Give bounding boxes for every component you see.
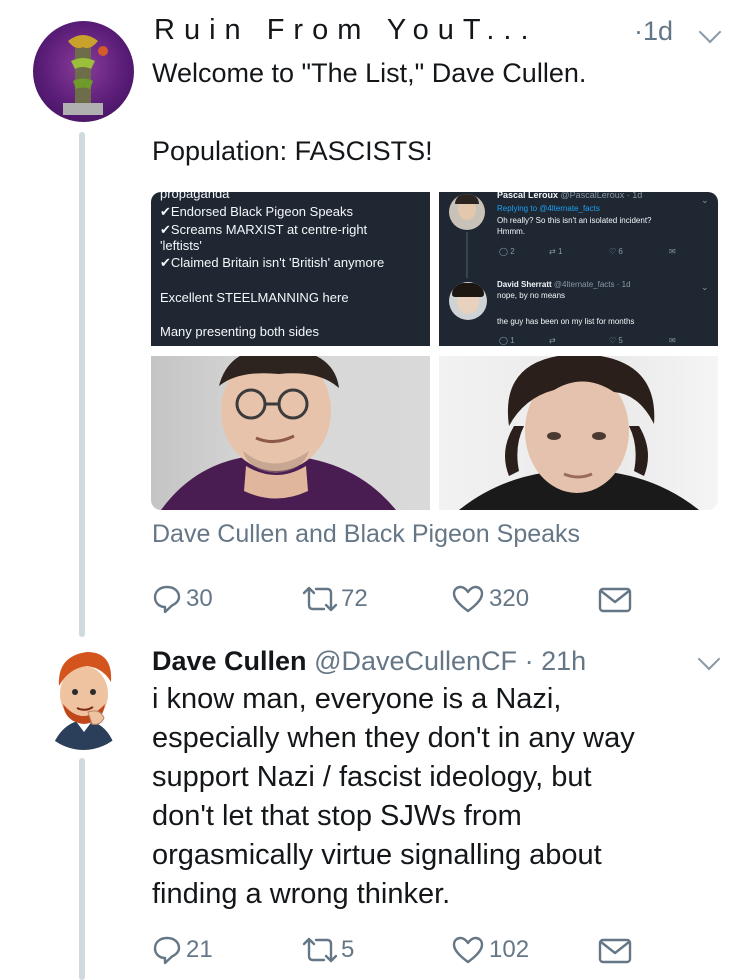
retweet-count: 72 <box>341 585 368 612</box>
mail-icon <box>598 587 632 613</box>
tweet-text-line: orgasmically virtue signalling about <box>152 839 602 871</box>
reply-text: the guy has been on my list for months <box>497 317 635 326</box>
tweet-text: i know man, everyone is a Nazi, especial… <box>152 680 635 914</box>
tweet-text-line-2: Population: FASCISTS! <box>152 136 433 166</box>
tweet-header: Dave Cullen @DaveCullenCF · 21h <box>152 646 587 676</box>
media-caption: Dave Cullen and Black Pigeon Speaks <box>152 520 581 548</box>
thread-line-top <box>79 132 85 637</box>
tweet-text-line: support Nazi / fascist ideology, but <box>152 761 592 793</box>
reply-retweet-count: ⇄ 1 <box>549 247 563 256</box>
reply-button[interactable]: 30 <box>152 584 213 614</box>
tweet-text-line: i know man, everyone is a Nazi, <box>152 683 562 715</box>
direct-message-button[interactable] <box>598 938 632 964</box>
reply-text: nope, by no means <box>497 291 566 300</box>
reply-count: 21 <box>186 936 213 963</box>
tweet-text-line: finding a wrong thinker. <box>152 878 451 910</box>
retweet-button[interactable]: 5 <box>300 935 354 965</box>
reply-retweet-icon: ⇄ <box>549 336 556 345</box>
tweet-text-line-1: Welcome to "The List," Dave Cullen. <box>152 58 587 88</box>
reply-count: 30 <box>186 585 213 612</box>
reply-chevron-icon: ⌄ <box>701 282 709 292</box>
reply-mail-icon: ✉ <box>669 336 676 345</box>
reply-text: Oh really? So this isn't an isolated inc… <box>497 216 652 225</box>
reply-avatar <box>449 282 487 320</box>
embedded-line: Many presenting both sides <box>160 324 319 339</box>
retweet-button[interactable]: 72 <box>300 584 368 614</box>
tweet-text-line: don't let that stop SJWs from <box>152 800 522 832</box>
like-count: 102 <box>489 936 530 963</box>
reply-button[interactable]: 21 <box>152 935 213 965</box>
timestamp[interactable]: ·1d <box>634 16 673 47</box>
like-button[interactable]: 102 <box>451 935 529 965</box>
embedded-line: propaganda <box>160 192 230 201</box>
embedded-line: ✔Screams MARXIST at centre-right <box>160 222 368 237</box>
mail-icon <box>598 938 632 964</box>
direct-message-button[interactable] <box>598 587 632 613</box>
embedded-line: Excellent STEELMANNING here <box>160 290 349 305</box>
chevron-down-icon[interactable] <box>698 20 722 44</box>
reply-mail-icon: ✉ <box>669 247 676 256</box>
chevron-down-icon[interactable] <box>697 647 721 671</box>
reply-reply-count: ◯ 1 <box>499 336 515 345</box>
display-name[interactable]: Ruin From YouT... <box>154 14 538 47</box>
reply-name: Pascal Leroux <box>497 192 559 200</box>
photo-black-pigeon-speaks <box>439 356 718 510</box>
reply-like-count: ♡ 6 <box>609 247 623 256</box>
photo-dave-cullen <box>151 356 430 510</box>
avatar[interactable] <box>33 646 134 750</box>
heart-icon <box>452 936 484 964</box>
embedded-line: ✔Endorsed Black Pigeon Speaks <box>160 204 354 219</box>
embedded-line: 'leftists' <box>160 238 202 253</box>
reply-avatar <box>449 194 485 230</box>
display-name[interactable]: Dave Cullen <box>152 646 307 676</box>
retweet-icon <box>302 937 338 963</box>
thread-line-bottom <box>79 758 85 980</box>
person-photo-icon <box>459 356 699 510</box>
reply-handle: @PascalLeroux · 1d <box>560 192 643 200</box>
like-button[interactable]: 320 <box>451 584 529 614</box>
avatar[interactable] <box>33 21 134 122</box>
reply-reply-count: ◯ 2 <box>499 247 515 256</box>
heart-icon <box>452 585 484 613</box>
like-count: 320 <box>489 585 530 612</box>
reply-chevron-icon: ⌄ <box>701 195 709 205</box>
person-photo-icon <box>161 356 396 510</box>
tweet-text-line: especially when they don't in any way <box>152 722 635 754</box>
avatar-cartoon-icon <box>51 652 116 750</box>
avatar-figure-icon <box>63 35 108 115</box>
reply-icon <box>153 585 181 614</box>
reply-text: Hmmm. <box>497 227 525 236</box>
embedded-line: ✔Claimed Britain isn't 'British' anymore <box>160 255 385 270</box>
reply-name: David Sherratt <box>497 280 552 289</box>
embedded-list-panel: propaganda ✔Endorsed Black Pigeon Speaks… <box>151 192 430 346</box>
embedded-replies-panel: Pascal Leroux @PascalLeroux · 1d Replyin… <box>439 192 718 346</box>
handle[interactable]: @DaveCullenCF <box>314 646 517 676</box>
reply-like-count: ♡ 5 <box>609 336 623 345</box>
timestamp[interactable]: 21h <box>541 646 586 676</box>
reply-icon <box>153 936 181 965</box>
tweet-media[interactable]: propaganda ✔Endorsed Black Pigeon Speaks… <box>151 192 718 510</box>
replying-to: Replying to @4lternate_facts <box>497 204 600 213</box>
retweet-icon <box>302 586 338 612</box>
reply-thread-line <box>466 232 468 278</box>
retweet-count: 5 <box>341 936 355 963</box>
reply-handle: @4lternate_facts · 1d <box>553 280 631 289</box>
